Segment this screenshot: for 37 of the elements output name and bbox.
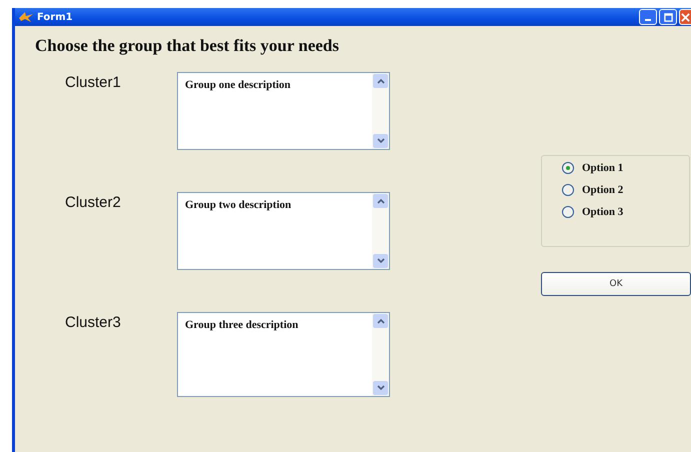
cluster-label: Cluster3 xyxy=(65,313,122,333)
minimize-button[interactable] xyxy=(639,9,657,25)
radio-button[interactable] xyxy=(562,162,574,174)
description-text: Group one description xyxy=(184,78,292,93)
ok-button[interactable]: OK xyxy=(541,272,691,296)
radio-option[interactable]: Option 3 xyxy=(562,206,689,218)
description-text: Group three description xyxy=(184,318,300,333)
maximize-button[interactable] xyxy=(659,9,677,25)
maximize-icon xyxy=(664,12,672,22)
radio-option[interactable]: Option 1 xyxy=(562,162,689,174)
caret-up-icon xyxy=(376,198,384,204)
caret-up-icon xyxy=(376,78,384,84)
scroll-up-button[interactable] xyxy=(373,314,388,328)
description-box[interactable]: Group three description xyxy=(177,312,390,397)
cluster-label: Cluster1 xyxy=(65,73,122,93)
scroll-up-button[interactable] xyxy=(373,74,388,88)
cluster-label: Cluster2 xyxy=(65,193,122,213)
app-icon xyxy=(19,12,33,22)
scroll-down-button[interactable] xyxy=(373,134,388,148)
caret-down-icon xyxy=(376,385,384,391)
heading: Choose the group that best fits your needs xyxy=(35,36,340,56)
scroll-up-button[interactable] xyxy=(373,194,388,208)
description-box[interactable]: Group one description xyxy=(177,72,390,150)
caret-down-icon xyxy=(376,138,384,144)
minimize-icon xyxy=(645,19,651,21)
description-box[interactable]: Group two description xyxy=(177,192,390,270)
scroll-down-button[interactable] xyxy=(373,381,388,395)
caret-down-icon xyxy=(376,258,384,264)
close-icon xyxy=(681,12,690,22)
radio-button[interactable] xyxy=(562,206,574,218)
window-title: Form1 xyxy=(37,12,73,22)
scroll-down-button[interactable] xyxy=(373,254,388,268)
description-text: Group two description xyxy=(184,198,292,213)
radio-option[interactable]: Option 2 xyxy=(562,184,689,196)
radio-button[interactable] xyxy=(562,184,574,196)
close-button[interactable] xyxy=(679,9,691,25)
caret-up-icon xyxy=(376,318,384,324)
